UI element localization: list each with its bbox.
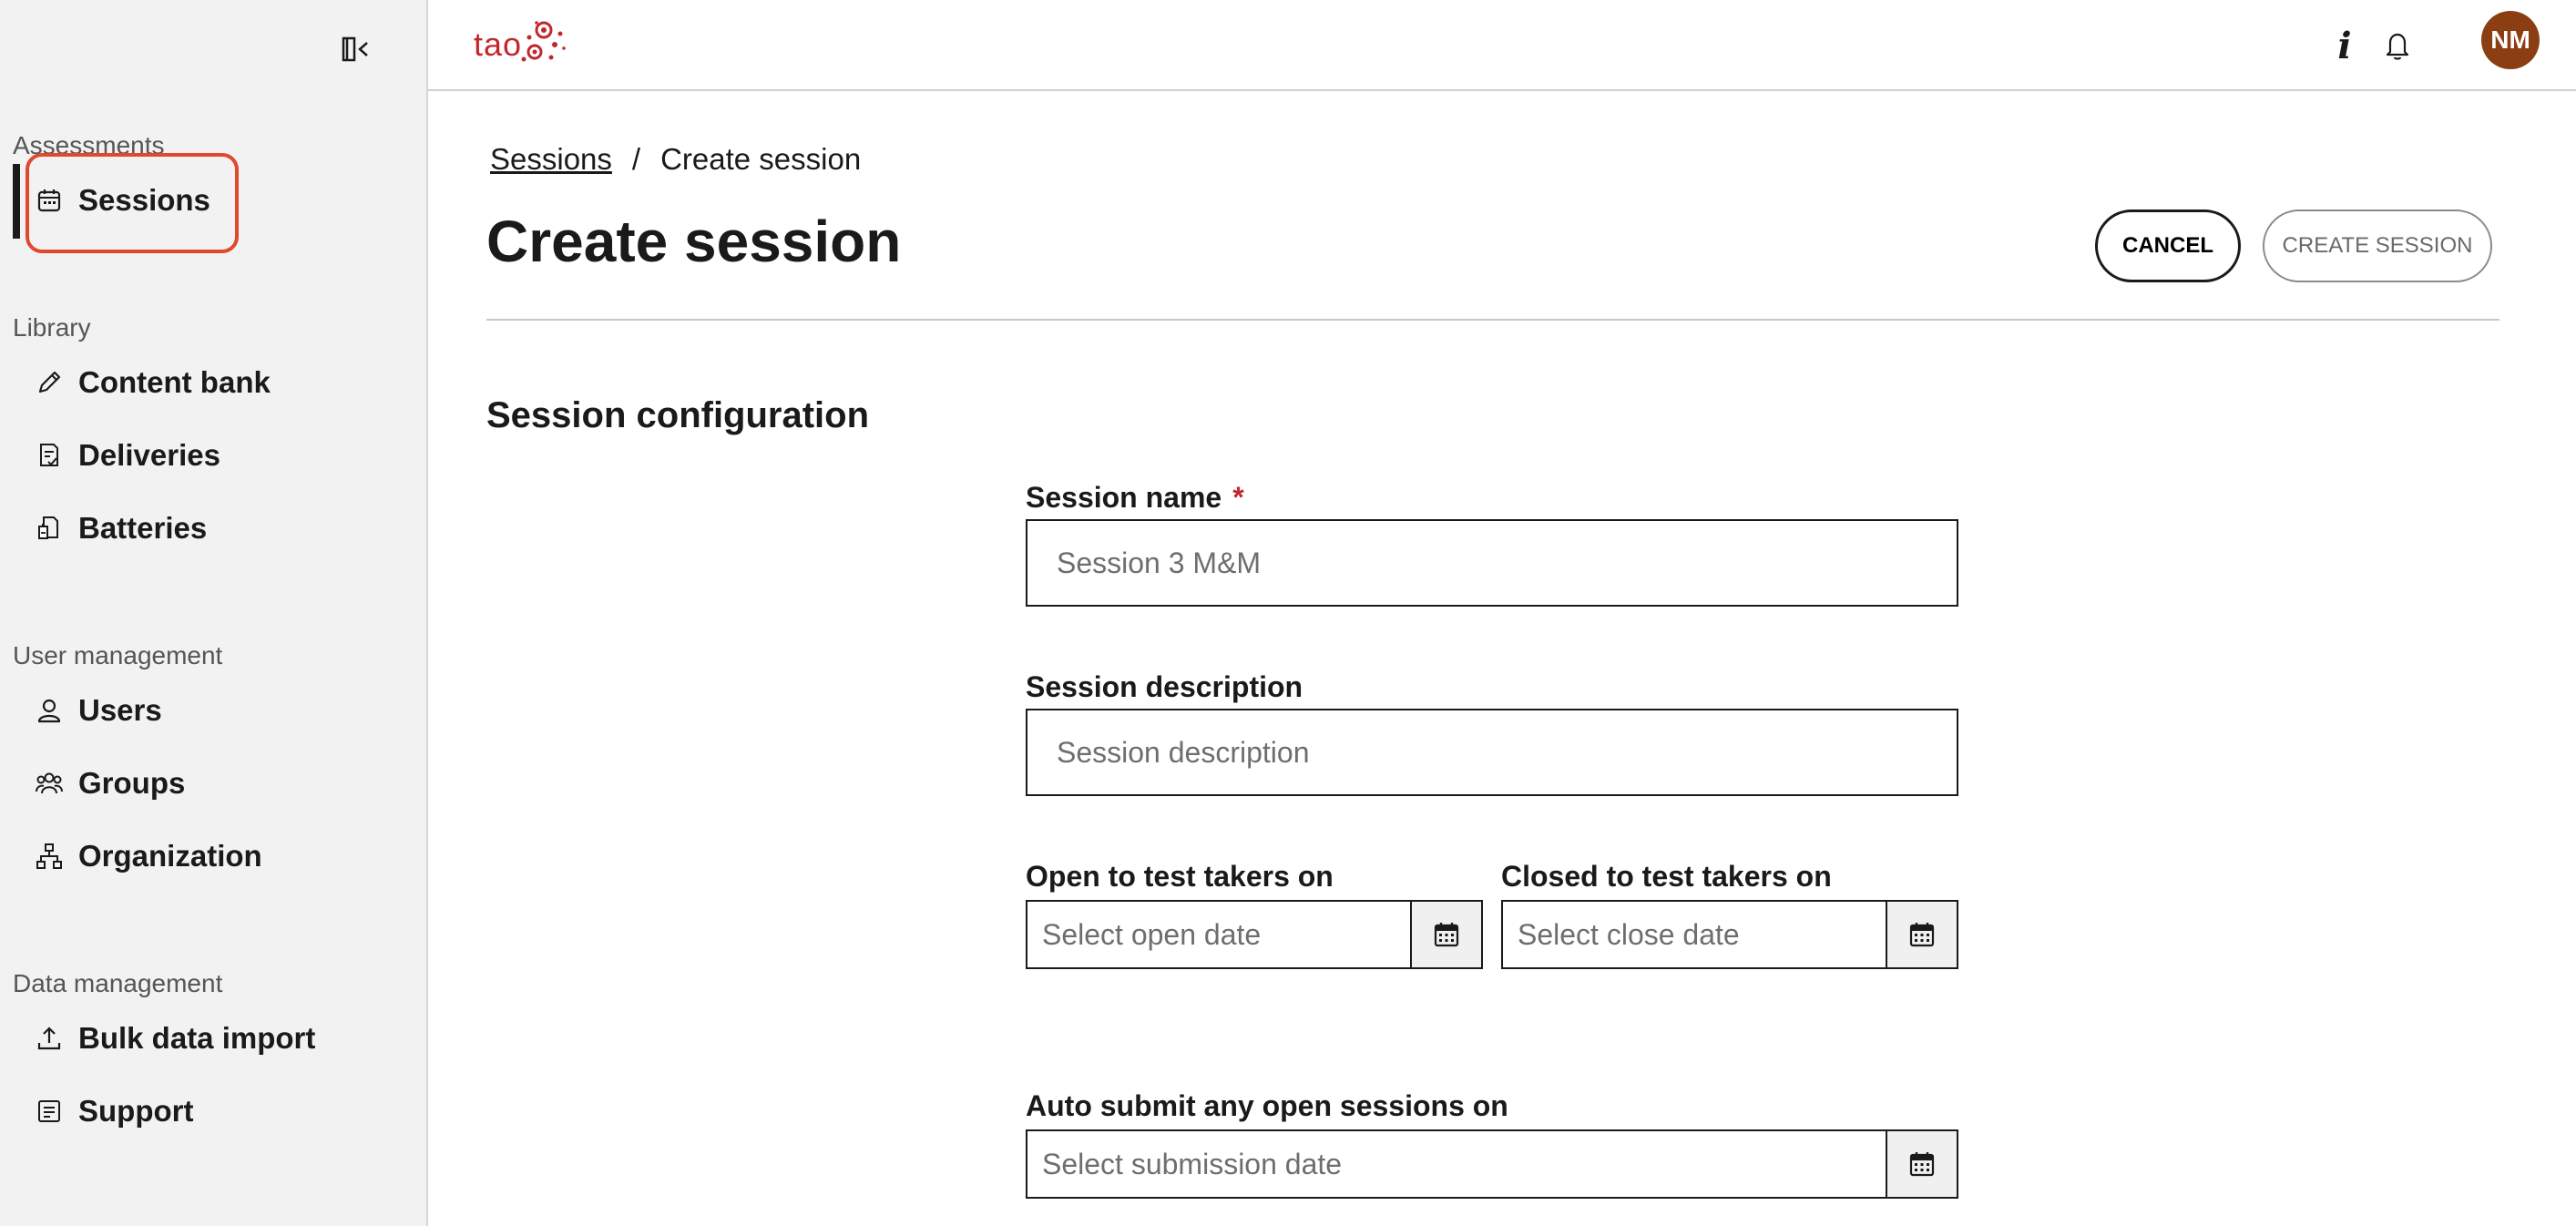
autosubmit-date-calendar-button[interactable] <box>1886 1131 1957 1197</box>
autosubmit-date-field <box>1026 1129 1958 1199</box>
close-date-field <box>1501 900 1958 969</box>
session-description-label: Session description <box>1026 670 1303 703</box>
avatar[interactable]: NM <box>2481 11 2540 69</box>
sidebar: Assessments Sessions Library Content ban… <box>0 0 428 1226</box>
breadcrumb-current: Create session <box>660 142 862 176</box>
session-name-label: Session name * <box>1026 481 1244 515</box>
sidebar-item-bulk-data-import[interactable]: Bulk data import <box>33 1011 315 1066</box>
info-button[interactable]: i <box>2319 20 2370 71</box>
group-icon <box>33 767 66 800</box>
support-doc-icon <box>33 1095 66 1128</box>
logo-mark-icon <box>521 21 566 62</box>
logo-text: tao <box>474 26 523 63</box>
close-date-calendar-button[interactable] <box>1886 902 1957 967</box>
info-icon: i <box>2337 24 2352 67</box>
open-date-calendar-button[interactable] <box>1410 902 1481 967</box>
upload-icon <box>33 1022 66 1055</box>
sidebar-item-label: Groups <box>78 766 186 800</box>
avatar-initials: NM <box>2490 26 2530 54</box>
sidebar-item-deliveries[interactable]: Deliveries <box>33 428 220 483</box>
session-description-input[interactable] <box>1026 709 1958 796</box>
user-icon <box>33 694 66 727</box>
page-title: Create session <box>486 209 902 274</box>
battery-doc-icon <box>33 512 66 545</box>
open-date-label: Open to test takers on <box>1026 860 1334 893</box>
sidebar-item-label: Batteries <box>78 511 208 545</box>
sidebar-item-label: Content bank <box>78 365 271 399</box>
top-bar: tao i <box>428 0 2576 91</box>
section-label-library: Library <box>13 313 91 342</box>
sidebar-item-content-bank[interactable]: Content bank <box>33 355 271 410</box>
collapse-sidebar-button[interactable] <box>339 33 375 66</box>
autosubmit-date-input[interactable] <box>1027 1131 1886 1197</box>
sidebar-item-groups[interactable]: Groups <box>33 756 185 811</box>
sidebar-item-label: Support <box>78 1094 194 1128</box>
sidebar-item-label: Deliveries <box>78 438 220 472</box>
sidebar-item-label: Bulk data import <box>78 1021 316 1055</box>
section-label-data-management: Data management <box>13 969 223 997</box>
tao-logo[interactable]: tao <box>474 13 567 77</box>
required-marker: * <box>1232 481 1244 514</box>
sidebar-item-support[interactable]: Support <box>33 1084 193 1139</box>
autosubmit-date-label: Auto submit any open sessions on <box>1026 1089 1508 1122</box>
cancel-button[interactable]: CANCEL <box>2095 209 2241 282</box>
breadcrumb-separator: / <box>631 142 641 176</box>
sidebar-item-label: Organization <box>78 839 262 873</box>
header-divider <box>486 319 2499 321</box>
highlight-annotation <box>26 153 239 253</box>
collapse-sidebar-icon <box>342 36 368 62</box>
calendar-icon <box>1909 923 1935 947</box>
breadcrumb-link-sessions[interactable]: Sessions <box>490 142 612 177</box>
org-chart-icon <box>33 840 66 873</box>
close-date-label: Closed to test takers on <box>1501 860 1832 893</box>
pencil-icon <box>33 366 66 399</box>
calendar-icon <box>1909 1152 1935 1177</box>
open-date-field <box>1026 900 1483 969</box>
calendar-icon <box>1434 923 1459 947</box>
sidebar-item-batteries[interactable]: Batteries <box>33 501 207 556</box>
breadcrumb: Sessions / Create session <box>490 142 861 177</box>
close-date-input[interactable] <box>1503 902 1886 967</box>
notifications-button[interactable] <box>2372 20 2423 71</box>
section-title: Session configuration <box>486 395 870 435</box>
sidebar-item-label: Users <box>78 693 162 727</box>
create-session-button[interactable]: CREATE SESSION <box>2263 209 2492 282</box>
sidebar-item-organization[interactable]: Organization <box>33 829 262 884</box>
active-indicator <box>13 164 20 239</box>
sidebar-item-users[interactable]: Users <box>33 683 162 738</box>
session-name-label-text: Session name <box>1026 481 1222 514</box>
open-date-input[interactable] <box>1027 902 1410 967</box>
section-label-user-management: User management <box>13 641 223 669</box>
delivery-list-icon <box>33 439 66 472</box>
bell-icon <box>2386 33 2409 60</box>
session-name-input[interactable] <box>1026 519 1958 607</box>
